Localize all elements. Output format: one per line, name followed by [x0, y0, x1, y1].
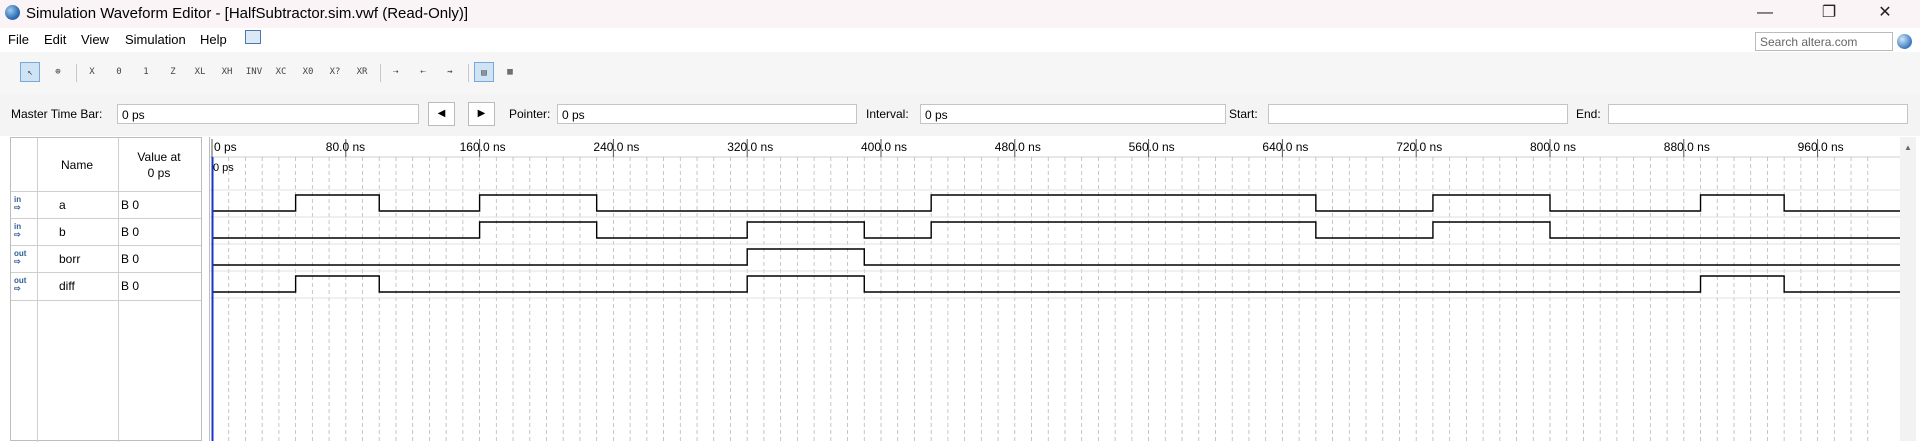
- waveform-b: [212, 221, 1901, 239]
- menu-file[interactable]: File: [8, 32, 29, 47]
- pointer-field[interactable]: 0 ps: [557, 104, 857, 124]
- ruler-tick-label: 0 ps: [214, 140, 237, 154]
- pointer-label: Pointer:: [509, 107, 551, 121]
- toolbar-separator: [380, 64, 381, 82]
- feedback-icon[interactable]: [245, 30, 261, 44]
- toolbar-separator: [468, 64, 469, 82]
- input-pin-icon: in ⇨: [14, 222, 22, 239]
- signal-name: diff: [59, 279, 75, 293]
- output-pin-icon: out ⇨: [14, 249, 27, 266]
- clock-button[interactable]: X0: [298, 62, 318, 82]
- signal-row-b[interactable]: in ⇨ b B 0: [11, 218, 201, 246]
- snap-button[interactable]: ▤: [474, 62, 494, 82]
- close-button[interactable]: ✕: [1862, 0, 1908, 28]
- random-value-button[interactable]: XR: [352, 62, 372, 82]
- app-icon: [5, 5, 20, 20]
- signal-value: B 0: [121, 225, 140, 239]
- waveform-diff: [212, 275, 1901, 293]
- signal-row-a[interactable]: in ⇨ a B 0: [11, 191, 201, 219]
- signal-list: Name Value at 0 ps in ⇨ a B 0 in ⇨ b B 0 o…: [10, 137, 202, 442]
- start-field[interactable]: [1268, 104, 1568, 124]
- signal-value: B 0: [121, 279, 140, 293]
- signal-value: B 0: [121, 252, 140, 266]
- vertical-scrollbar[interactable]: ▲: [1900, 137, 1916, 441]
- cursor-time-label: 0 ps: [213, 162, 234, 174]
- value-column-header: Value at 0 ps: [118, 149, 200, 181]
- weak-unknown-button[interactable]: XL: [190, 62, 210, 82]
- invert-button[interactable]: INV: [244, 62, 264, 82]
- ruler-tick-label: 880.0 ns: [1664, 140, 1710, 154]
- menu-view[interactable]: View: [81, 32, 109, 47]
- toolbar: ↖ ⊕ X 0 1 Z XL XH INV XC X0 X? XR ⇢ ⇠ ⇝ …: [0, 52, 1920, 95]
- arbitrary-value-button[interactable]: X?: [325, 62, 345, 82]
- signal-name: a: [59, 198, 66, 212]
- ruler-tick-label: 960.0 ns: [1798, 140, 1844, 154]
- waveform-borr: [212, 248, 1901, 266]
- forcing-low-button[interactable]: 0: [109, 62, 129, 82]
- value-header-line2: 0 ps: [147, 166, 171, 180]
- menu-edit[interactable]: Edit: [44, 32, 66, 47]
- snap-to-grid-button[interactable]: ⇢: [386, 62, 406, 82]
- end-field[interactable]: [1608, 104, 1908, 124]
- signal-name: borr: [59, 252, 81, 266]
- ruler-tick-label: 720.0 ns: [1396, 140, 1442, 154]
- output-pin-icon: out ⇨: [14, 276, 27, 293]
- interval-label: Interval:: [866, 107, 909, 121]
- signal-name: b: [59, 225, 66, 239]
- signal-row-diff[interactable]: out ⇨ diff B 0: [11, 272, 201, 301]
- signal-value: B 0: [121, 198, 140, 212]
- time-bar: Master Time Bar: 0 ps ◀ ▶ Pointer: 0 ps …: [0, 94, 1920, 136]
- interval-field[interactable]: 0 ps: [920, 104, 1226, 124]
- ruler-tick-label: 240.0 ns: [593, 140, 639, 154]
- input-pin-icon: in ⇨: [14, 195, 22, 212]
- forcing-unknown-button[interactable]: X: [82, 62, 102, 82]
- scroll-up-icon[interactable]: ▲: [1904, 143, 1912, 152]
- ruler-tick-label: 800.0 ns: [1530, 140, 1576, 154]
- value-header-line1: Value at: [137, 150, 181, 164]
- minimize-button[interactable]: —: [1742, 0, 1788, 28]
- waveform-canvas[interactable]: 0 ps 80.0 ns 160.0 ns 240.0 ns 320.0 ns 400.0…: [210, 137, 1901, 441]
- selection-tool-button[interactable]: ↖: [20, 62, 40, 82]
- ruler-tick-label: 400.0 ns: [861, 140, 907, 154]
- high-impedance-button[interactable]: Z: [163, 62, 183, 82]
- name-column-header: Name: [61, 158, 94, 172]
- restore-button[interactable]: ❐: [1806, 0, 1852, 28]
- grid-settings-button[interactable]: ▦: [500, 62, 520, 82]
- signal-row-borr[interactable]: out ⇨ borr B 0: [11, 245, 201, 273]
- master-time-bar-label: Master Time Bar:: [11, 107, 103, 121]
- waveform-a: [212, 194, 1901, 212]
- ruler-tick-label: 560.0 ns: [1129, 140, 1175, 154]
- toolbar-separator: [76, 64, 77, 82]
- globe-icon[interactable]: [1897, 34, 1912, 49]
- ruler-tick-label: 640.0 ns: [1262, 140, 1308, 154]
- shift-left-button[interactable]: ⇠: [413, 62, 433, 82]
- master-time-bar-field[interactable]: 0 ps: [117, 104, 419, 124]
- weak-low-button[interactable]: XH: [217, 62, 237, 82]
- search-input[interactable]: Search altera.com: [1755, 32, 1893, 51]
- start-label: Start:: [1229, 107, 1258, 121]
- forcing-high-button[interactable]: 1: [136, 62, 156, 82]
- menu-bar: File Edit View Simulation Help: [0, 28, 1920, 52]
- previous-transition-button[interactable]: ◀: [428, 102, 455, 126]
- ruler-tick-label: 160.0 ns: [460, 140, 506, 154]
- end-label: End:: [1576, 107, 1601, 121]
- count-value-button[interactable]: XC: [271, 62, 291, 82]
- menu-help[interactable]: Help: [200, 32, 227, 47]
- next-transition-button[interactable]: ▶: [468, 102, 495, 126]
- window-title: Simulation Waveform Editor - [HalfSubtra…: [26, 5, 469, 22]
- menu-simulation[interactable]: Simulation: [125, 32, 186, 47]
- shift-right-button[interactable]: ⇝: [440, 62, 460, 82]
- zoom-tool-button[interactable]: ⊕: [48, 62, 68, 82]
- ruler-tick-label: 80.0 ns: [326, 140, 365, 154]
- title-bar: Simulation Waveform Editor - [HalfSubtra…: [0, 0, 1920, 28]
- waveform-view[interactable]: 0 ps 80.0 ns 160.0 ns 240.0 ns 320.0 ns 400.0…: [209, 137, 1909, 441]
- ruler-tick-label: 320.0 ns: [727, 140, 773, 154]
- ruler-tick-label: 480.0 ns: [995, 140, 1041, 154]
